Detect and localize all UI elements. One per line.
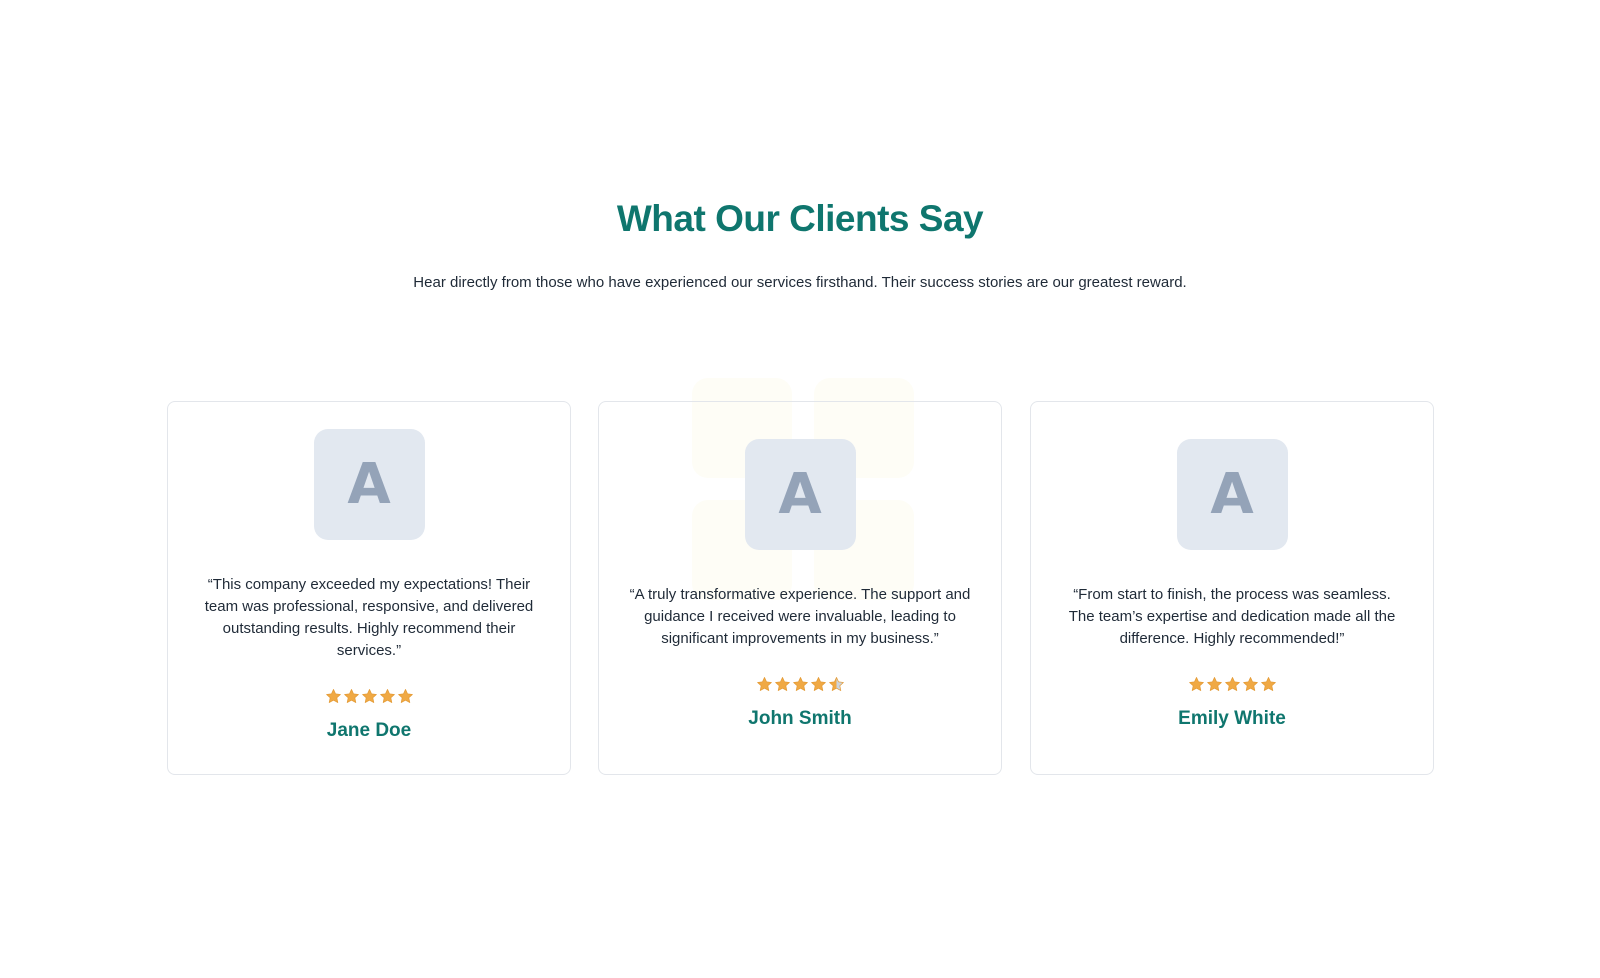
client-name: Jane Doe [326, 720, 412, 741]
testimonial-quote: “A truly transformative experience. The … [629, 586, 971, 647]
star-icon [828, 677, 844, 691]
star-rating [756, 676, 845, 696]
client-name: Emily White [1178, 708, 1286, 729]
star-icon [1224, 677, 1240, 691]
star-icon [810, 677, 826, 691]
star-icon [1260, 677, 1276, 691]
star-icon [379, 689, 395, 703]
star-icon [792, 677, 808, 691]
star-icon [774, 677, 790, 691]
star-icon [397, 689, 413, 703]
testimonial-card: A “From start to finish, the process was… [1030, 401, 1434, 775]
avatar: A [744, 439, 856, 550]
section-title: What Our Clients Say [616, 198, 984, 239]
section-subtitle: Hear directly from those who have experi… [413, 274, 1187, 291]
star-rating [325, 688, 414, 708]
avatar: A [313, 429, 425, 540]
star-icon [361, 689, 377, 703]
testimonial-quote: “This company exceeded my expectations! … [204, 576, 534, 659]
star-icon [756, 677, 772, 691]
star-icon [343, 689, 359, 703]
testimonial-quote: “From start to finish, the process was s… [1068, 586, 1396, 647]
testimonial-card: A “A truly transformative experience. Th… [598, 401, 1002, 775]
testimonial-card: A “This company exceeded my expectations… [167, 401, 571, 775]
star-icon [325, 689, 341, 703]
star-rating [1188, 676, 1277, 696]
testimonials-section: What Our Clients Say Hear directly from … [0, 0, 1600, 978]
star-icon [1206, 677, 1222, 691]
star-icon [1242, 677, 1258, 691]
client-name: John Smith [748, 708, 852, 729]
avatar: A [1176, 439, 1288, 550]
star-icon [1188, 677, 1204, 691]
